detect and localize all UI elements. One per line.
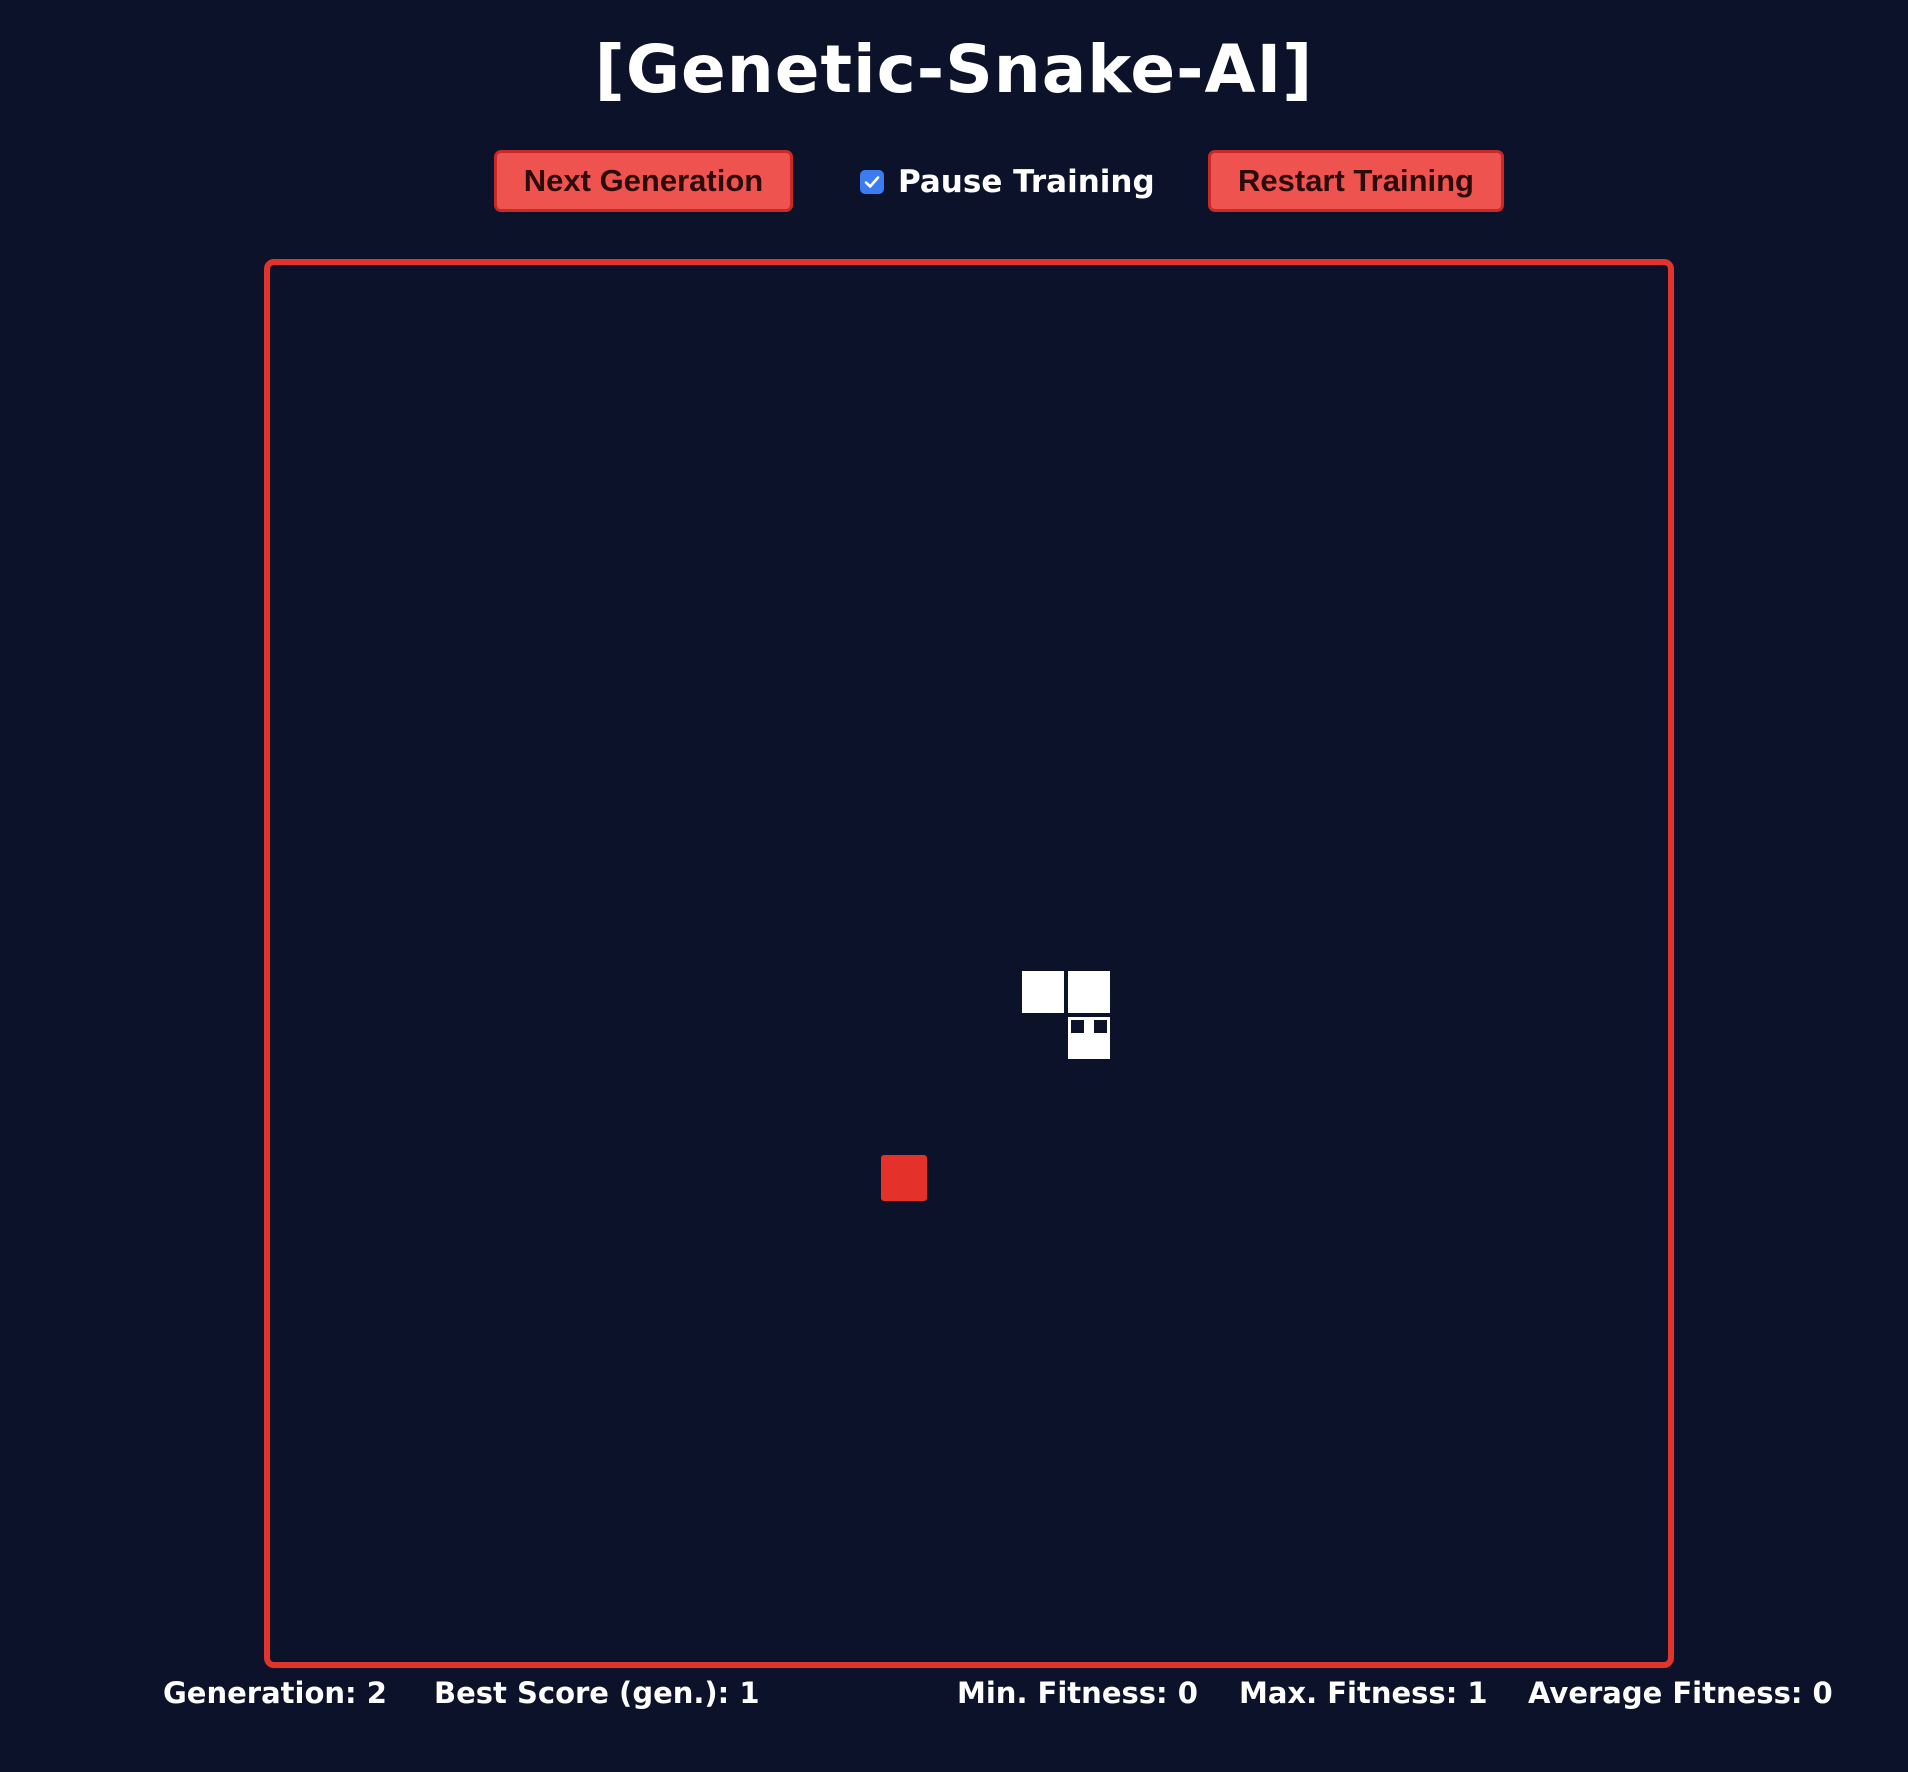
- best-score-stat: Best Score (gen.): 1: [434, 1676, 760, 1710]
- pause-training-toggle[interactable]: Pause Training: [860, 164, 1155, 200]
- stats-bar: Generation: 2 Best Score (gen.): 1 Min. …: [0, 1676, 1908, 1716]
- control-bar: Next Generation Pause Training Restart T…: [0, 150, 1908, 218]
- snake-body-segment: [1068, 971, 1110, 1013]
- max-fitness-stat: Max. Fitness: 1: [1239, 1676, 1488, 1710]
- next-generation-button[interactable]: Next Generation: [494, 150, 793, 212]
- pause-training-checkbox[interactable]: [860, 170, 884, 194]
- page-title: [Genetic-Snake-AI]: [594, 31, 1314, 108]
- restart-training-button[interactable]: Restart Training: [1208, 150, 1504, 212]
- checkmark-icon: [864, 176, 880, 188]
- food-pellet: [881, 1155, 927, 1201]
- game-board: [264, 259, 1674, 1668]
- pause-training-label: Pause Training: [898, 164, 1155, 200]
- min-fitness-stat: Min. Fitness: 0: [957, 1676, 1198, 1710]
- snake-eye-right: [1094, 1020, 1107, 1033]
- snake-body-segment: [1022, 971, 1064, 1013]
- generation-stat: Generation: 2: [163, 1676, 387, 1710]
- snake-head: [1068, 1017, 1110, 1059]
- average-fitness-stat: Average Fitness: 0: [1528, 1676, 1833, 1710]
- snake-eye-left: [1071, 1020, 1084, 1033]
